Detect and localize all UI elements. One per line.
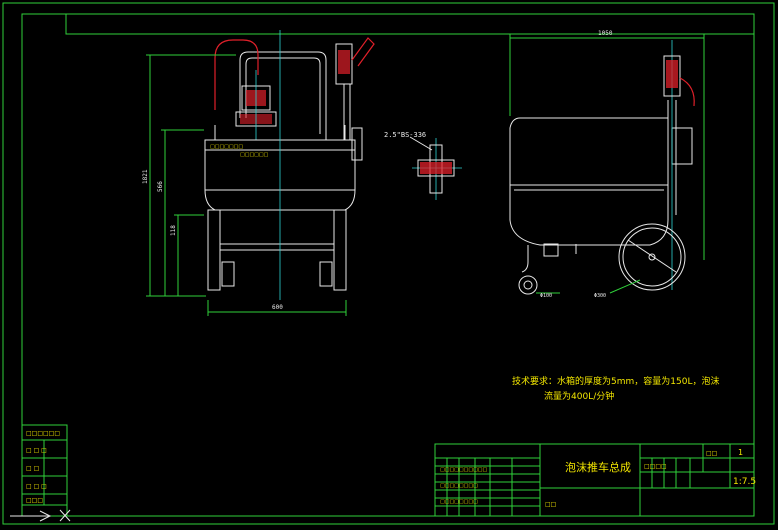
svg-text:□□□□□□□□: □□□□□□□□ bbox=[440, 483, 478, 489]
svg-text:□□□: □□□ bbox=[26, 497, 43, 504]
svg-text:□□□□□□: □□□□□□ bbox=[240, 152, 269, 158]
svg-text:□□: □□ bbox=[706, 450, 717, 457]
svg-text:□□□□□□□□: □□□□□□□□ bbox=[440, 499, 478, 505]
corner-frame bbox=[65, 14, 754, 35]
dim-side-width: 1050 bbox=[598, 30, 613, 37]
scale-value: 1:7.5 bbox=[733, 477, 756, 487]
dim-front-width: 600 bbox=[272, 304, 283, 311]
svg-text:□□□□□□□: □□□□□□□ bbox=[210, 144, 243, 150]
inner-border bbox=[21, 13, 755, 517]
tech-requirement-line1: 技术要求：水箱的厚度为5mm，容量为150L，泡沫 bbox=[512, 375, 719, 387]
title-block: □□□□□□□□□□ □□□□□□□□ □□□□□□□□ □□ □□□□ □□ … bbox=[434, 443, 756, 517]
drawing-title: 泡沫推车总成 bbox=[565, 460, 631, 474]
svg-text:□□□□□□: □□□□□□ bbox=[26, 430, 60, 437]
dim-small-wheel: Φ100 bbox=[540, 293, 552, 299]
svg-text:□ □ □: □ □ □ bbox=[26, 483, 47, 490]
sheet-number: 1 bbox=[738, 448, 743, 457]
dim-front-mid: 566 bbox=[157, 181, 164, 192]
outer-border bbox=[2, 2, 775, 525]
dim-large-wheel: Φ300 bbox=[594, 293, 606, 299]
revision-block: □□□□□□ □ □ □ □ □ □ □ □ □□□ bbox=[21, 424, 68, 517]
dim-front-low: 118 bbox=[170, 225, 177, 236]
svg-text:□□□□□□□□□□: □□□□□□□□□□ bbox=[440, 467, 488, 473]
side-view: 1050 Φ100 Φ300 bbox=[509, 30, 705, 299]
dim-front-height: 1821 bbox=[142, 169, 149, 184]
small-wheel bbox=[518, 275, 538, 295]
svg-text:□ □ □: □ □ □ bbox=[26, 447, 47, 454]
cad-drawing: □□□□□□ □ □ □ □ □ □ □ □ □□□ □□□□□□□□□□ □□… bbox=[2, 2, 775, 525]
drawing-canvas: { "title_block": { "drawing_title": "泡沫推… bbox=[0, 0, 778, 530]
svg-text:□□□□: □□□□ bbox=[644, 463, 667, 470]
pipe-detail: 2.5"BS-336 bbox=[384, 131, 462, 200]
svg-text:□□: □□ bbox=[545, 501, 556, 508]
pipe-label: 2.5"BS-336 bbox=[384, 131, 426, 139]
large-wheel bbox=[618, 223, 686, 291]
svg-text:□ □: □ □ bbox=[26, 465, 39, 472]
front-view: □□□□□□□ □□□□□□ 1821 566 118 600 bbox=[142, 30, 375, 316]
tech-requirement-line2: 流量为400L/分钟 bbox=[544, 390, 614, 402]
